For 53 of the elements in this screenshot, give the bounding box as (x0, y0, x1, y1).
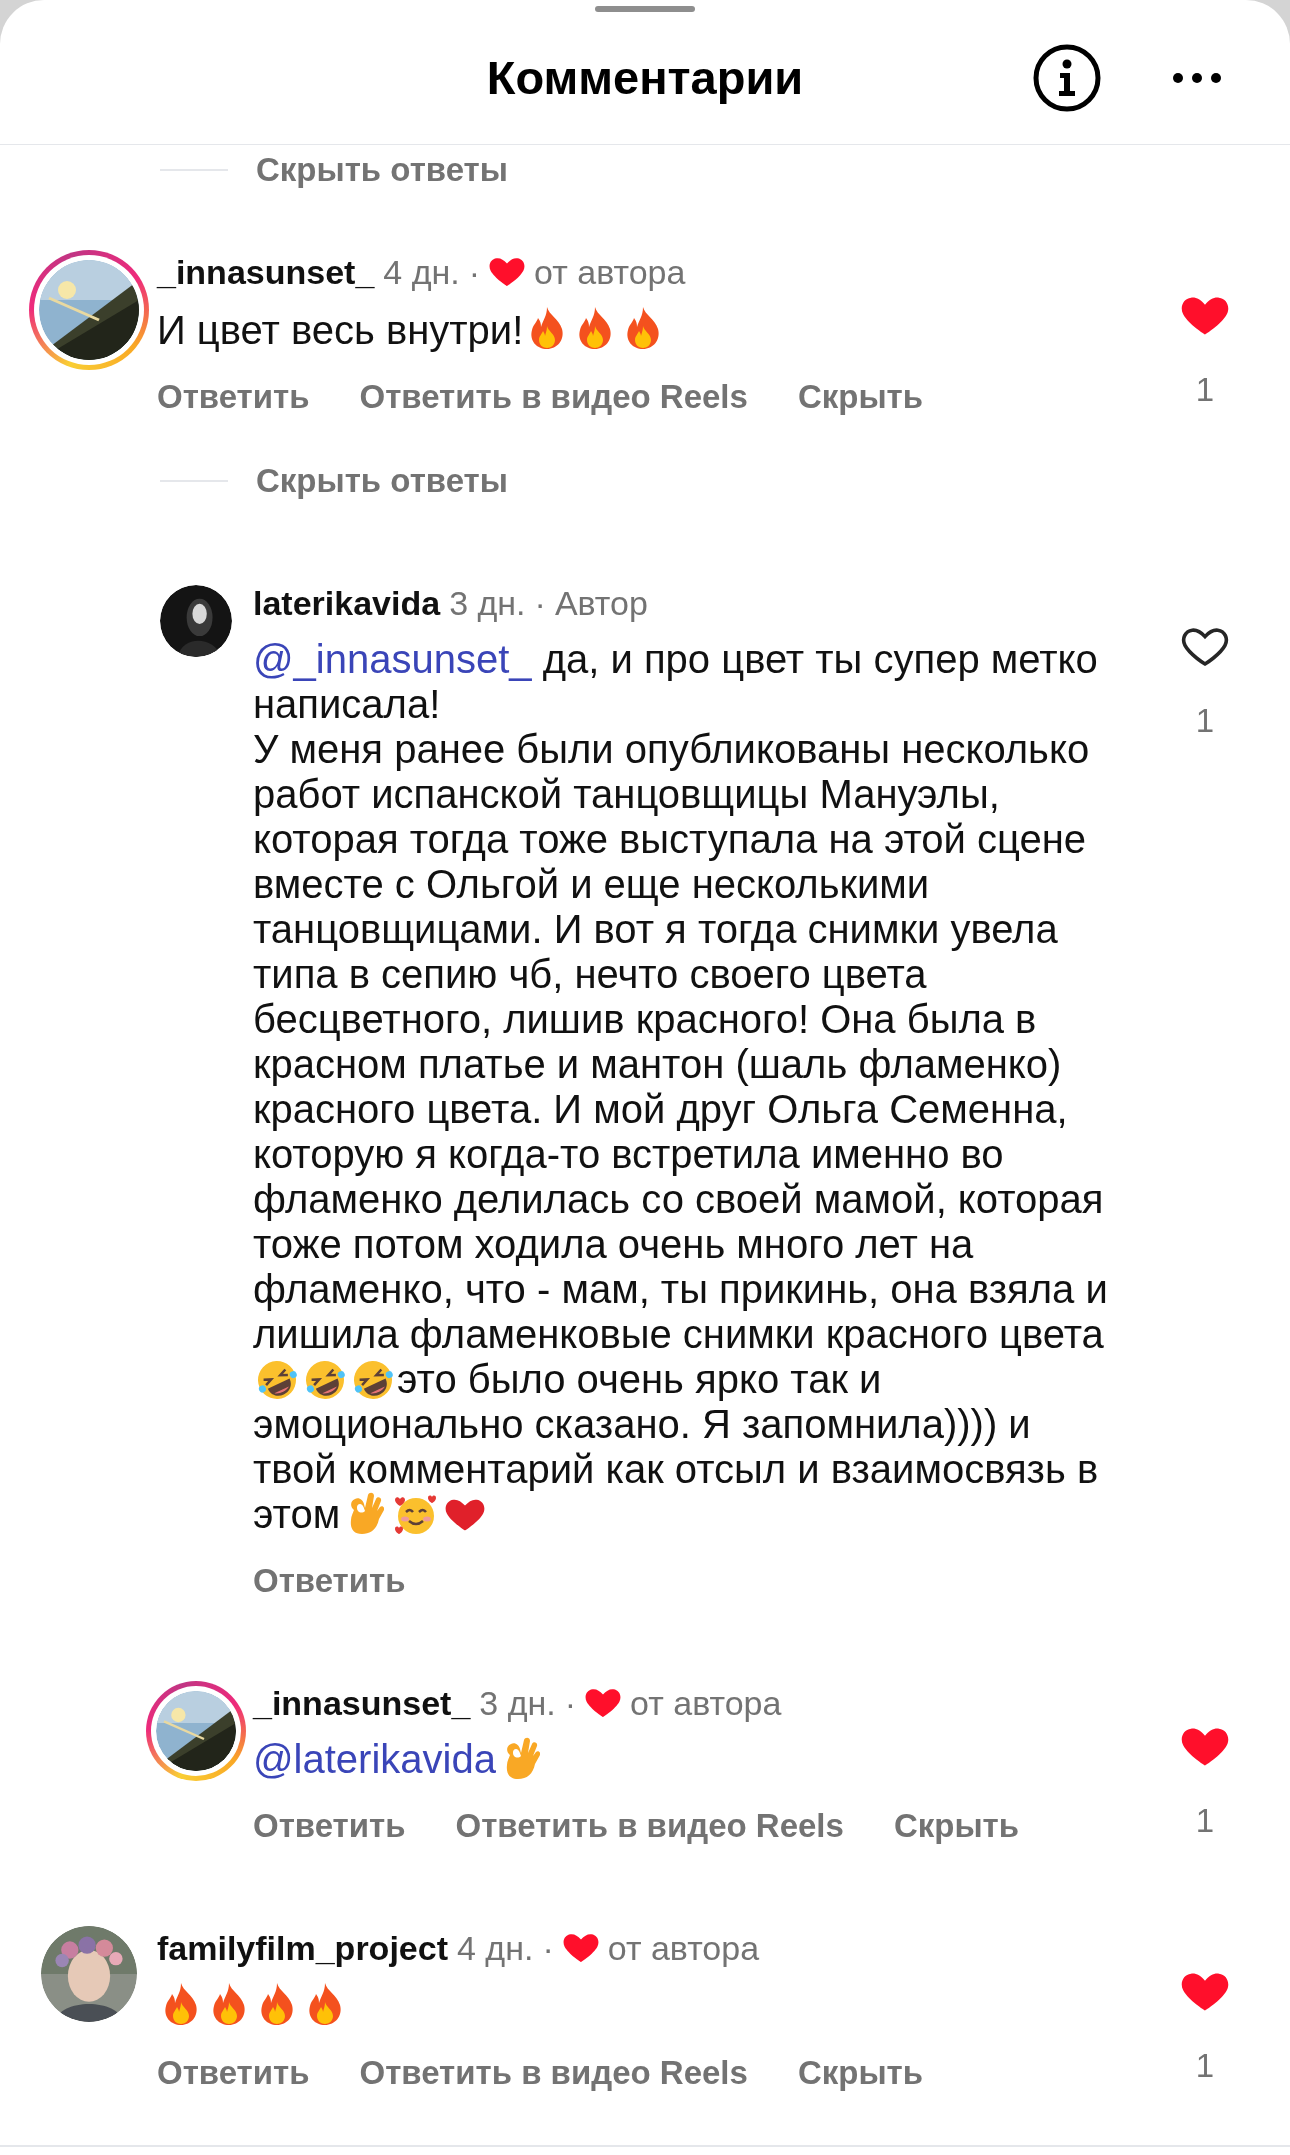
heart-icon (489, 256, 526, 288)
info-icon[interactable] (1032, 43, 1102, 113)
action-button[interactable]: Ответить в видео Reels (359, 2048, 748, 2098)
heart-icon (562, 1932, 599, 1964)
more-icon[interactable] (1172, 72, 1222, 84)
laughing-face-icon (352, 1359, 394, 1401)
comment-text: У меня ранее были опубликованы несколько работ испанской танцовщицы Мануэлы, которая тогда тоже выступала на этой сцене вместе с Ольгой и еще несколькими танцовщицами. И вот я тогда снимки увела типа в сепию чб, нечто своего цвета бесцветного, лишив красного! Она была в красном платье и мантон (шаль фламенко) красного цвета. И мой друг Ольга Семенна, которую я когда-то встретила именно во фламенко делилась со своей мамой, которая тоже потом ходила очень много лет на фламенко, что - мам, ты прикинь, она взяла и лишила фламенковые снимки красного цвета это было очень ярко так и эмоционально сказано. Я запомнила)))) и твой комментарий как отсыл и взаимосвязь в этом (253, 727, 1109, 1537)
author-label: от автора (607, 1927, 760, 1969)
mention-link[interactable]: @laterikavida (253, 1737, 496, 1781)
action-button[interactable]: Ответить в видео Reels (455, 1801, 844, 1851)
smiling-face-with-hearts-icon (394, 1494, 439, 1536)
fire-icon (162, 1982, 200, 2026)
mention-link[interactable]: @_innasunset_ (253, 637, 532, 681)
laughing-face-icon (304, 1359, 346, 1401)
like-button[interactable] (1181, 625, 1229, 669)
action-button[interactable]: Ответить в видео Reels (359, 372, 748, 422)
comment-time: 4 дн. (383, 251, 460, 293)
separator-dot: · (468, 251, 481, 293)
hide-replies-button[interactable]: Скрыть ответы (256, 145, 508, 195)
action-button[interactable]: Скрыть (797, 2048, 924, 2098)
action-button[interactable]: Ответить (157, 2048, 310, 2098)
author-label: Автор (554, 582, 648, 624)
username-link[interactable]: familyfilm_project (157, 1922, 448, 1974)
comment-time: 3 дн. (449, 582, 526, 624)
username-link[interactable]: _innasunset_ (253, 1677, 471, 1729)
action-button[interactable]: Ответить (157, 372, 310, 422)
like-count: 1 (1195, 703, 1215, 739)
action-button[interactable]: Ответить (253, 1801, 406, 1851)
action-button[interactable]: Скрыть (797, 372, 924, 422)
laughing-face-icon (256, 1359, 298, 1401)
username-link[interactable]: laterikavida (253, 577, 441, 629)
comment-text: И цвет весь внутри! (157, 306, 1027, 353)
action-button[interactable]: Скрыть (893, 1801, 1020, 1851)
heart-icon (585, 1687, 622, 1719)
fire-icon (210, 1982, 248, 2026)
like-count: 1 (1195, 2048, 1215, 2084)
separator-dot: · (542, 1927, 554, 1969)
like-count: 1 (1195, 1803, 1215, 1839)
action-button[interactable]: Ответить (253, 1556, 406, 1606)
like-count: 1 (1195, 372, 1215, 408)
separator-dot: · (534, 582, 546, 624)
comment-text: @_innasunset_ да, и про цвет ты супер метко написала! (253, 637, 1099, 727)
fire-icon (258, 1982, 296, 2026)
comment-time: 3 дн. (479, 1682, 556, 1724)
hide-replies-button[interactable]: Скрыть ответы (256, 456, 508, 506)
username-link[interactable]: _innasunset_ (157, 246, 375, 298)
sheet-title: Комментарии (486, 49, 804, 106)
drag-handle[interactable] (595, 6, 695, 12)
separator-dot: · (564, 1682, 577, 1724)
fire-icon (306, 1982, 344, 2026)
author-label: от автора (534, 251, 686, 293)
author-label: от автора (630, 1682, 782, 1724)
comment-time: 4 дн. (457, 1927, 534, 1969)
